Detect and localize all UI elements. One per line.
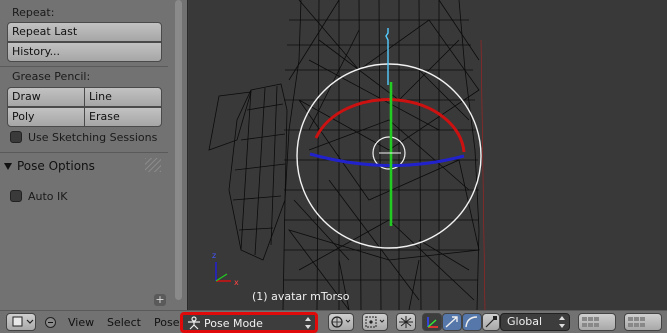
pose-mode-icon [188, 316, 200, 330]
manipulate-center-icon [399, 316, 413, 328]
draw-button[interactable]: Draw [7, 87, 85, 107]
layers-icon [628, 317, 645, 327]
pose-menu[interactable]: Pose [154, 316, 179, 329]
grease-pencil-label: Grease Pencil: [12, 70, 91, 83]
cube-icon [12, 316, 34, 327]
auto-ik-row[interactable]: Auto IK [10, 188, 68, 204]
tool-shelf: Repeat: Repeat Last History... Grease Pe… [0, 0, 188, 310]
viewport-canvas: z x [208, 0, 486, 310]
collapse-triangle-icon[interactable] [4, 162, 12, 170]
select-menu[interactable]: Select [107, 316, 141, 329]
use-sketching-label: Use Sketching Sessions [28, 130, 158, 144]
line-button[interactable]: Line [84, 87, 162, 107]
panel-grip-icon[interactable] [145, 158, 161, 172]
auto-ik-checkbox[interactable] [10, 190, 22, 202]
toolshelf-scrollbar[interactable] [175, 0, 182, 300]
layers-icon [582, 317, 599, 327]
updown-arrows-icon [559, 316, 565, 328]
pivot-icon [365, 316, 385, 328]
transform-orientation-select[interactable]: Global [500, 313, 570, 331]
history-button[interactable]: History... [7, 42, 162, 62]
pivot-point-button[interactable] [362, 313, 388, 331]
auto-ik-label: Auto IK [28, 189, 68, 203]
use-sketching-checkbox[interactable] [10, 131, 22, 143]
editor-type-button[interactable] [6, 313, 36, 331]
manipulator-toggle[interactable] [422, 313, 442, 331]
view-menu[interactable]: View [68, 316, 94, 329]
rotate-manipulator-button[interactable] [462, 313, 482, 331]
rotation-gizmo[interactable] [296, 28, 482, 249]
viewport-shading-button[interactable] [328, 313, 354, 331]
use-sketching-row[interactable]: Use Sketching Sessions [10, 129, 157, 145]
pose-options-header[interactable]: Pose Options [4, 156, 95, 176]
pose-options-title: Pose Options [17, 159, 95, 173]
erase-button[interactable]: Erase [84, 107, 162, 127]
axis-indicator: z x [212, 251, 239, 287]
repeat-last-button[interactable]: Repeat Last [7, 22, 162, 42]
layer-buttons-2[interactable] [624, 313, 662, 331]
mode-select-value: Pose Mode [204, 316, 263, 330]
mode-select-content: Pose Mode [187, 316, 309, 330]
3d-view-header: View Select Pose Pose Mode Global [0, 310, 667, 333]
mode-select[interactable]: Pose Mode [180, 312, 318, 333]
3d-viewport[interactable]: z x (1) avatar mTorso [189, 0, 667, 310]
scale-icon [485, 316, 497, 328]
collapse-menus-icon[interactable] [45, 317, 56, 328]
red-guide-line [480, 39, 486, 310]
orientation-value: Global [507, 315, 543, 328]
rotate-arc-icon [465, 316, 478, 328]
divider [0, 152, 168, 153]
poly-button[interactable]: Poly [7, 107, 85, 127]
wireframe-mesh [208, 0, 480, 310]
svg-text:z: z [212, 251, 216, 260]
repeat-label: Repeat: [12, 6, 55, 19]
arrow-icon [445, 316, 458, 328]
svg-text:x: x [234, 278, 239, 287]
translate-manipulator-button[interactable] [442, 313, 462, 331]
manipulator-axes-icon [427, 317, 438, 328]
sphere-icon [331, 316, 351, 328]
scale-manipulator-button[interactable] [482, 313, 500, 331]
manipulate-center-button[interactable] [396, 313, 416, 331]
layer-buttons[interactable] [578, 313, 616, 331]
divider [0, 66, 168, 67]
updown-arrows-icon [305, 317, 311, 329]
add-icon[interactable]: + [154, 294, 166, 306]
object-info-label: (1) avatar mTorso [252, 290, 350, 303]
bone-line [385, 28, 389, 85]
